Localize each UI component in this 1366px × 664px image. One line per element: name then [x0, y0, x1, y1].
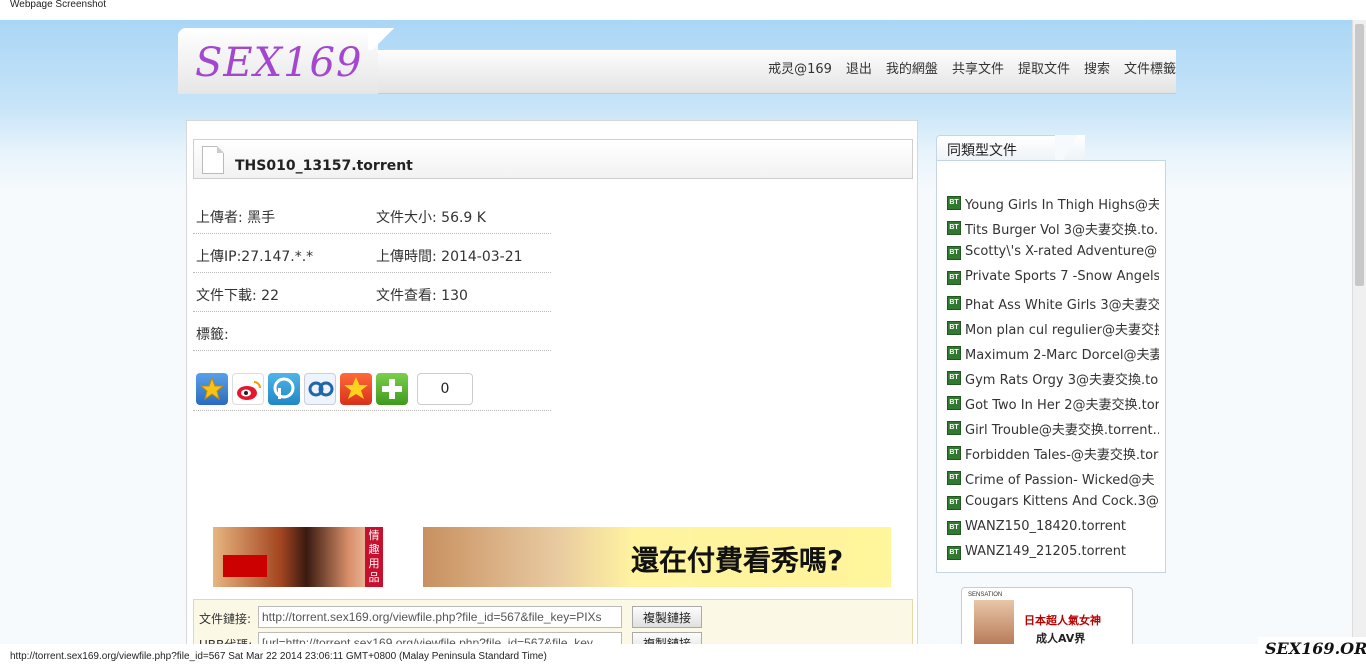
bt-icon: BT: [947, 246, 961, 260]
bt-icon: BT: [947, 521, 961, 535]
weibo-icon[interactable]: [232, 373, 264, 405]
bt-icon: BT: [947, 496, 961, 510]
list-item[interactable]: BT WANZ150_18420.torrent: [945, 515, 1159, 540]
bt-icon: BT: [947, 271, 961, 285]
bt-icon: BT: [947, 196, 961, 210]
bt-icon: BT: [947, 221, 961, 235]
list-item[interactable]: BT Tits Burger Vol 3@夫妻交换.to...: [945, 215, 1159, 240]
file-icon: [202, 146, 224, 174]
ad-banner-right[interactable]: 還在付費看秀嗎?: [423, 527, 891, 587]
bt-icon: BT: [947, 296, 961, 310]
nav-search[interactable]: 搜索: [1084, 58, 1110, 77]
nav-logout[interactable]: 退出: [846, 58, 872, 77]
list-item[interactable]: BT Mon plan cul regulier@夫妻交换: [945, 315, 1159, 340]
share-row: 0: [193, 369, 551, 411]
nav-my-disk[interactable]: 我的網盤: [886, 58, 938, 77]
watermark: SEX169.ORG: [1258, 637, 1366, 661]
main-panel: THS010_13157.torrent 上傳者: 黑手 文件大小: 56.9 …: [186, 120, 918, 659]
sidebar-ad-line1: 日本超人氣女神: [1024, 614, 1101, 627]
info-row-uploader: 上傳者: 黑手 文件大小: 56.9 K: [193, 195, 551, 234]
file-link-input[interactable]: [258, 606, 622, 628]
list-item[interactable]: BT Girl Trouble@夫妻交换.torrent...: [945, 415, 1159, 440]
screenshot-label: Webpage Screenshot: [0, 0, 1366, 20]
sidebar-tab-slant: [1055, 135, 1085, 161]
sidebar-ad-mini-logo: SENSATION: [968, 592, 1003, 598]
bt-icon: BT: [947, 371, 961, 385]
sidebar-title: 同類型文件: [936, 135, 1056, 161]
list-item[interactable]: BT Gym Rats Orgy 3@夫妻交換.torr: [945, 365, 1159, 390]
copy-file-link-button[interactable]: 複製鏈接: [632, 606, 702, 628]
favorite-star-icon[interactable]: [196, 373, 228, 405]
pengyou-icon[interactable]: [268, 373, 300, 405]
file-link-label: 文件鏈接:: [199, 612, 252, 626]
uploader: 上傳者: 黑手: [196, 210, 276, 226]
bt-icon: BT: [947, 546, 961, 560]
similar-files-list: BT Young Girls In Thigh Highs@夫. BT Tits B…: [936, 160, 1166, 573]
nav-user[interactable]: 戒灵@169: [768, 58, 832, 77]
nav-file-tags[interactable]: 文件標籤: [1124, 58, 1176, 77]
list-item[interactable]: BT Forbidden Tales-@夫妻交换.torr: [945, 440, 1159, 465]
nav-extract-files[interactable]: 提取文件: [1018, 58, 1070, 77]
nav-shared-files[interactable]: 共享文件: [952, 58, 1004, 77]
list-item[interactable]: BT Crime of Passion- Wicked@夫: [945, 465, 1159, 490]
ad-left-badge: [223, 555, 267, 577]
share-count: 0: [417, 373, 473, 405]
file-title-box: THS010_13157.torrent: [193, 139, 913, 179]
upload-ip: 上傳IP:27.147.*.*: [196, 249, 314, 265]
file-size: 文件大小: 56.9 K: [376, 210, 486, 226]
ad-banner-left[interactable]: 情趣用品: [213, 527, 383, 587]
file-link-row: 文件鏈接: 複製鏈接: [194, 604, 914, 630]
list-item[interactable]: BT Phat Ass White Girls 3@夫妻交.: [945, 290, 1159, 315]
bt-icon: BT: [947, 421, 961, 435]
bt-icon: BT: [947, 321, 961, 335]
sidebar-ad[interactable]: SENSATION 日本超人氣女神 成人AV界: [961, 587, 1133, 647]
add-share-icon[interactable]: [376, 373, 408, 405]
list-item[interactable]: BT Young Girls In Thigh Highs@夫.: [945, 190, 1159, 215]
list-item[interactable]: BT Maximum 2-Marc Dorcel@夫妻: [945, 340, 1159, 365]
renren-icon[interactable]: [304, 373, 336, 405]
bt-icon: BT: [947, 346, 961, 360]
sidebar-ad-image: [974, 600, 1014, 646]
top-nav: 戒灵@169 退出 我的網盤 共享文件 提取文件 搜索 文件標籤: [768, 58, 1176, 77]
list-item[interactable]: BT Scotty\'s X-rated Adventure@: [945, 240, 1159, 265]
bt-icon: BT: [947, 471, 961, 485]
list-item[interactable]: BT Cougars Kittens And Cock.3@: [945, 490, 1159, 515]
ad-right-slogan: 還在付費看秀嗎?: [631, 544, 844, 577]
header-tab-slant: [368, 28, 398, 50]
upload-time: 上傳時間: 2014-03-21: [376, 249, 523, 265]
view-count: 文件查看: 130: [376, 288, 468, 304]
bt-icon: BT: [947, 396, 961, 410]
info-row-tags: 標籤:: [193, 312, 551, 351]
status-bar: http://torrent.sex169.org/viewfile.php?f…: [0, 644, 1366, 664]
bt-icon: BT: [947, 446, 961, 460]
list-item[interactable]: BT WANZ149_21205.torrent: [945, 540, 1159, 565]
tags-label: 標籤:: [196, 327, 229, 343]
ad-left-tag: 情趣用品: [365, 527, 383, 587]
list-item[interactable]: BT Got Two In Her 2@夫妻交换.tor: [945, 390, 1159, 415]
download-count: 文件下載: 22: [196, 288, 279, 304]
file-name: THS010_13157.torrent: [235, 158, 413, 174]
site-logo[interactable]: SEX169: [195, 40, 362, 86]
scrollbar-thumb[interactable]: [1355, 24, 1364, 286]
info-row-ip: 上傳IP:27.147.*.* 上傳時間: 2014-03-21: [193, 234, 551, 273]
list-item[interactable]: BT Private Sports 7 -Snow Angels: [945, 265, 1159, 290]
kaixin-icon[interactable]: [340, 373, 372, 405]
vertical-scrollbar[interactable]: [1352, 20, 1366, 644]
info-row-stats: 文件下載: 22 文件查看: 130: [193, 273, 551, 312]
